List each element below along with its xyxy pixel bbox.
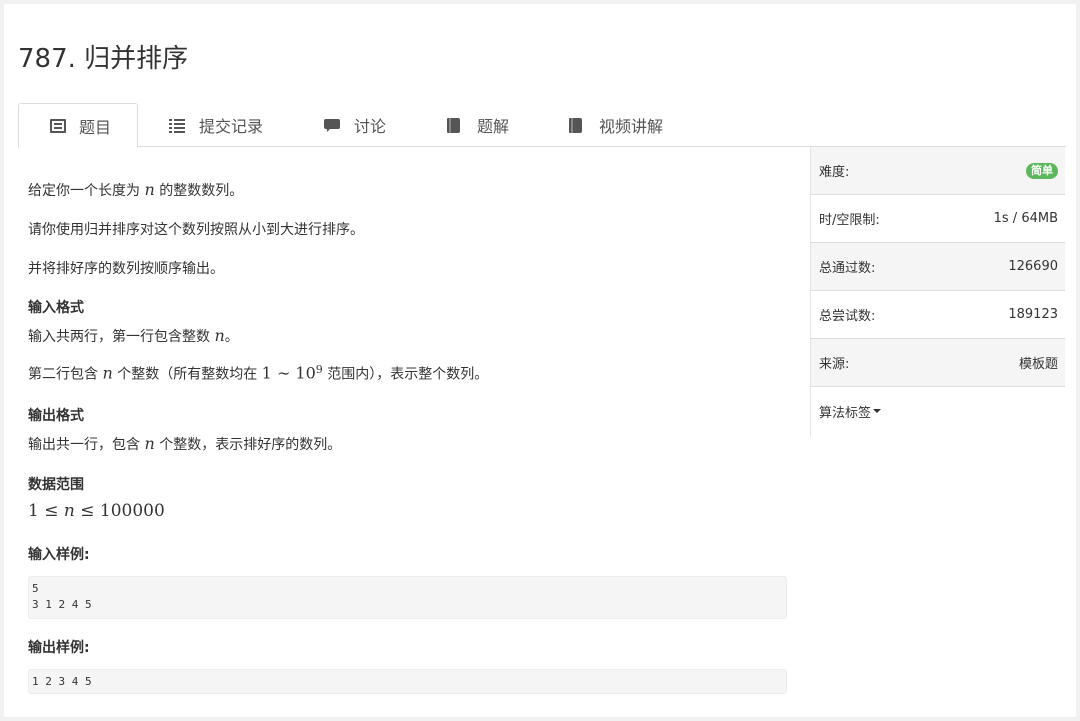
text: 的整数数列。 [154,183,244,199]
sample-output-heading: 输出样例: [28,640,90,656]
tab-bar: 题目 提交记录 讨论 题解 视频讲解 [18,103,1066,148]
description-paragraph: 并将排好序的数列按顺序输出。 [28,261,224,277]
tab-label: 讨论 [354,117,387,136]
limit-label: 时/空限制: [819,213,880,228]
tab-label: 视频讲解 [599,117,664,136]
caret-down-icon [873,409,882,413]
output-format-text: 输出共一行，包含 n 个整数，表示排好序的数列。 [28,434,341,454]
limit-row: 时/空限制: 1s / 64MB [811,195,1065,243]
source-value: 模板题 [1018,357,1058,372]
algorithm-tags-dropdown[interactable]: 算法标签 [811,387,1065,435]
book-icon [569,118,585,133]
source-row: 来源: 模板题 [811,339,1065,387]
text: 个整数（所有整数均在 [112,366,262,383]
tab-label: 提交记录 [199,117,264,136]
difficulty-badge: 简单 [1026,162,1058,179]
sample-input-heading: 输入样例: [28,547,90,563]
data-range-text: 1 ≤ n ≤ 100000 [28,501,165,521]
output-format-heading: 输出格式 [28,408,84,424]
text: 给定你一个长度为 [28,183,145,199]
math-variable: n [102,363,113,383]
text: ≤ 100000 [74,501,165,521]
description-paragraph: 请你使用归并排序对这个数列按照从小到大进行排序。 [28,222,364,238]
input-format-heading: 输入格式 [28,300,84,316]
tab-discussion[interactable]: 讨论 [324,103,386,147]
difficulty-row: 难度: 简单 [811,147,1065,195]
comment-icon [324,118,340,132]
math-variable: n [144,180,155,199]
data-range-heading: 数据范围 [28,477,84,493]
list-icon [169,118,185,132]
attempts-label: 总尝试数: [819,309,876,324]
math-variable: n [144,434,155,453]
math-variable: n [63,501,75,521]
tab-label: 题目 [79,117,112,137]
problem-page: 787. 归并排序 题目 提交记录 讨论 题解 视频讲解 给定你一个长度为 n … [4,4,1076,717]
difficulty-label: 难度: [819,165,850,180]
passed-value: 126690 [1008,259,1058,274]
tab-problem[interactable]: 题目 [18,103,138,148]
attempts-value: 189123 [1008,307,1058,322]
attempts-row: 总尝试数: 189123 [811,291,1065,339]
book-icon [447,118,463,133]
passed-row: 总通过数: 126690 [811,243,1065,291]
text: 。 [224,329,239,345]
tab-label: 题解 [477,117,510,136]
tab-video[interactable]: 视频讲解 [569,103,663,147]
text: 个整数，表示排好序的数列。 [154,437,342,453]
document-list-icon [50,118,66,133]
input-format-text: 输入共两行，第一行包含整数 n。 [28,326,239,346]
page-title: 787. 归并排序 [18,44,189,74]
text: 输出共一行，包含 [28,437,145,453]
tab-solutions[interactable]: 题解 [447,103,509,147]
text: 1 ≤ [28,501,64,521]
sample-output-code: 1 2 3 4 5 [28,669,787,694]
passed-label: 总通过数: [819,261,876,276]
problem-info-sidebar: 难度: 简单 时/空限制: 1s / 64MB 总通过数: 126690 总尝试… [811,147,1065,435]
text: 范围内），表示整个数列。 [322,366,489,383]
algorithm-tags-label: 算法标签 [819,405,872,421]
math-expression: 1 ∼ 10 [261,363,316,383]
input-format-text: 第二行包含 n 个整数（所有整数均在 1 ∼ 109 范围内），表示整个数列。 [28,363,488,384]
math-variable: n [214,326,225,345]
tab-submissions[interactable]: 提交记录 [169,103,263,147]
text: 第二行包含 [28,366,103,383]
limit-value: 1s / 64MB [993,211,1058,226]
source-label: 来源: [819,357,850,372]
text: 输入共两行，第一行包含整数 [28,329,215,345]
description-paragraph: 给定你一个长度为 n 的整数数列。 [28,180,243,200]
sample-input-code: 5 3 1 2 4 5 [28,576,787,619]
math-exponent: 9 [315,363,323,376]
